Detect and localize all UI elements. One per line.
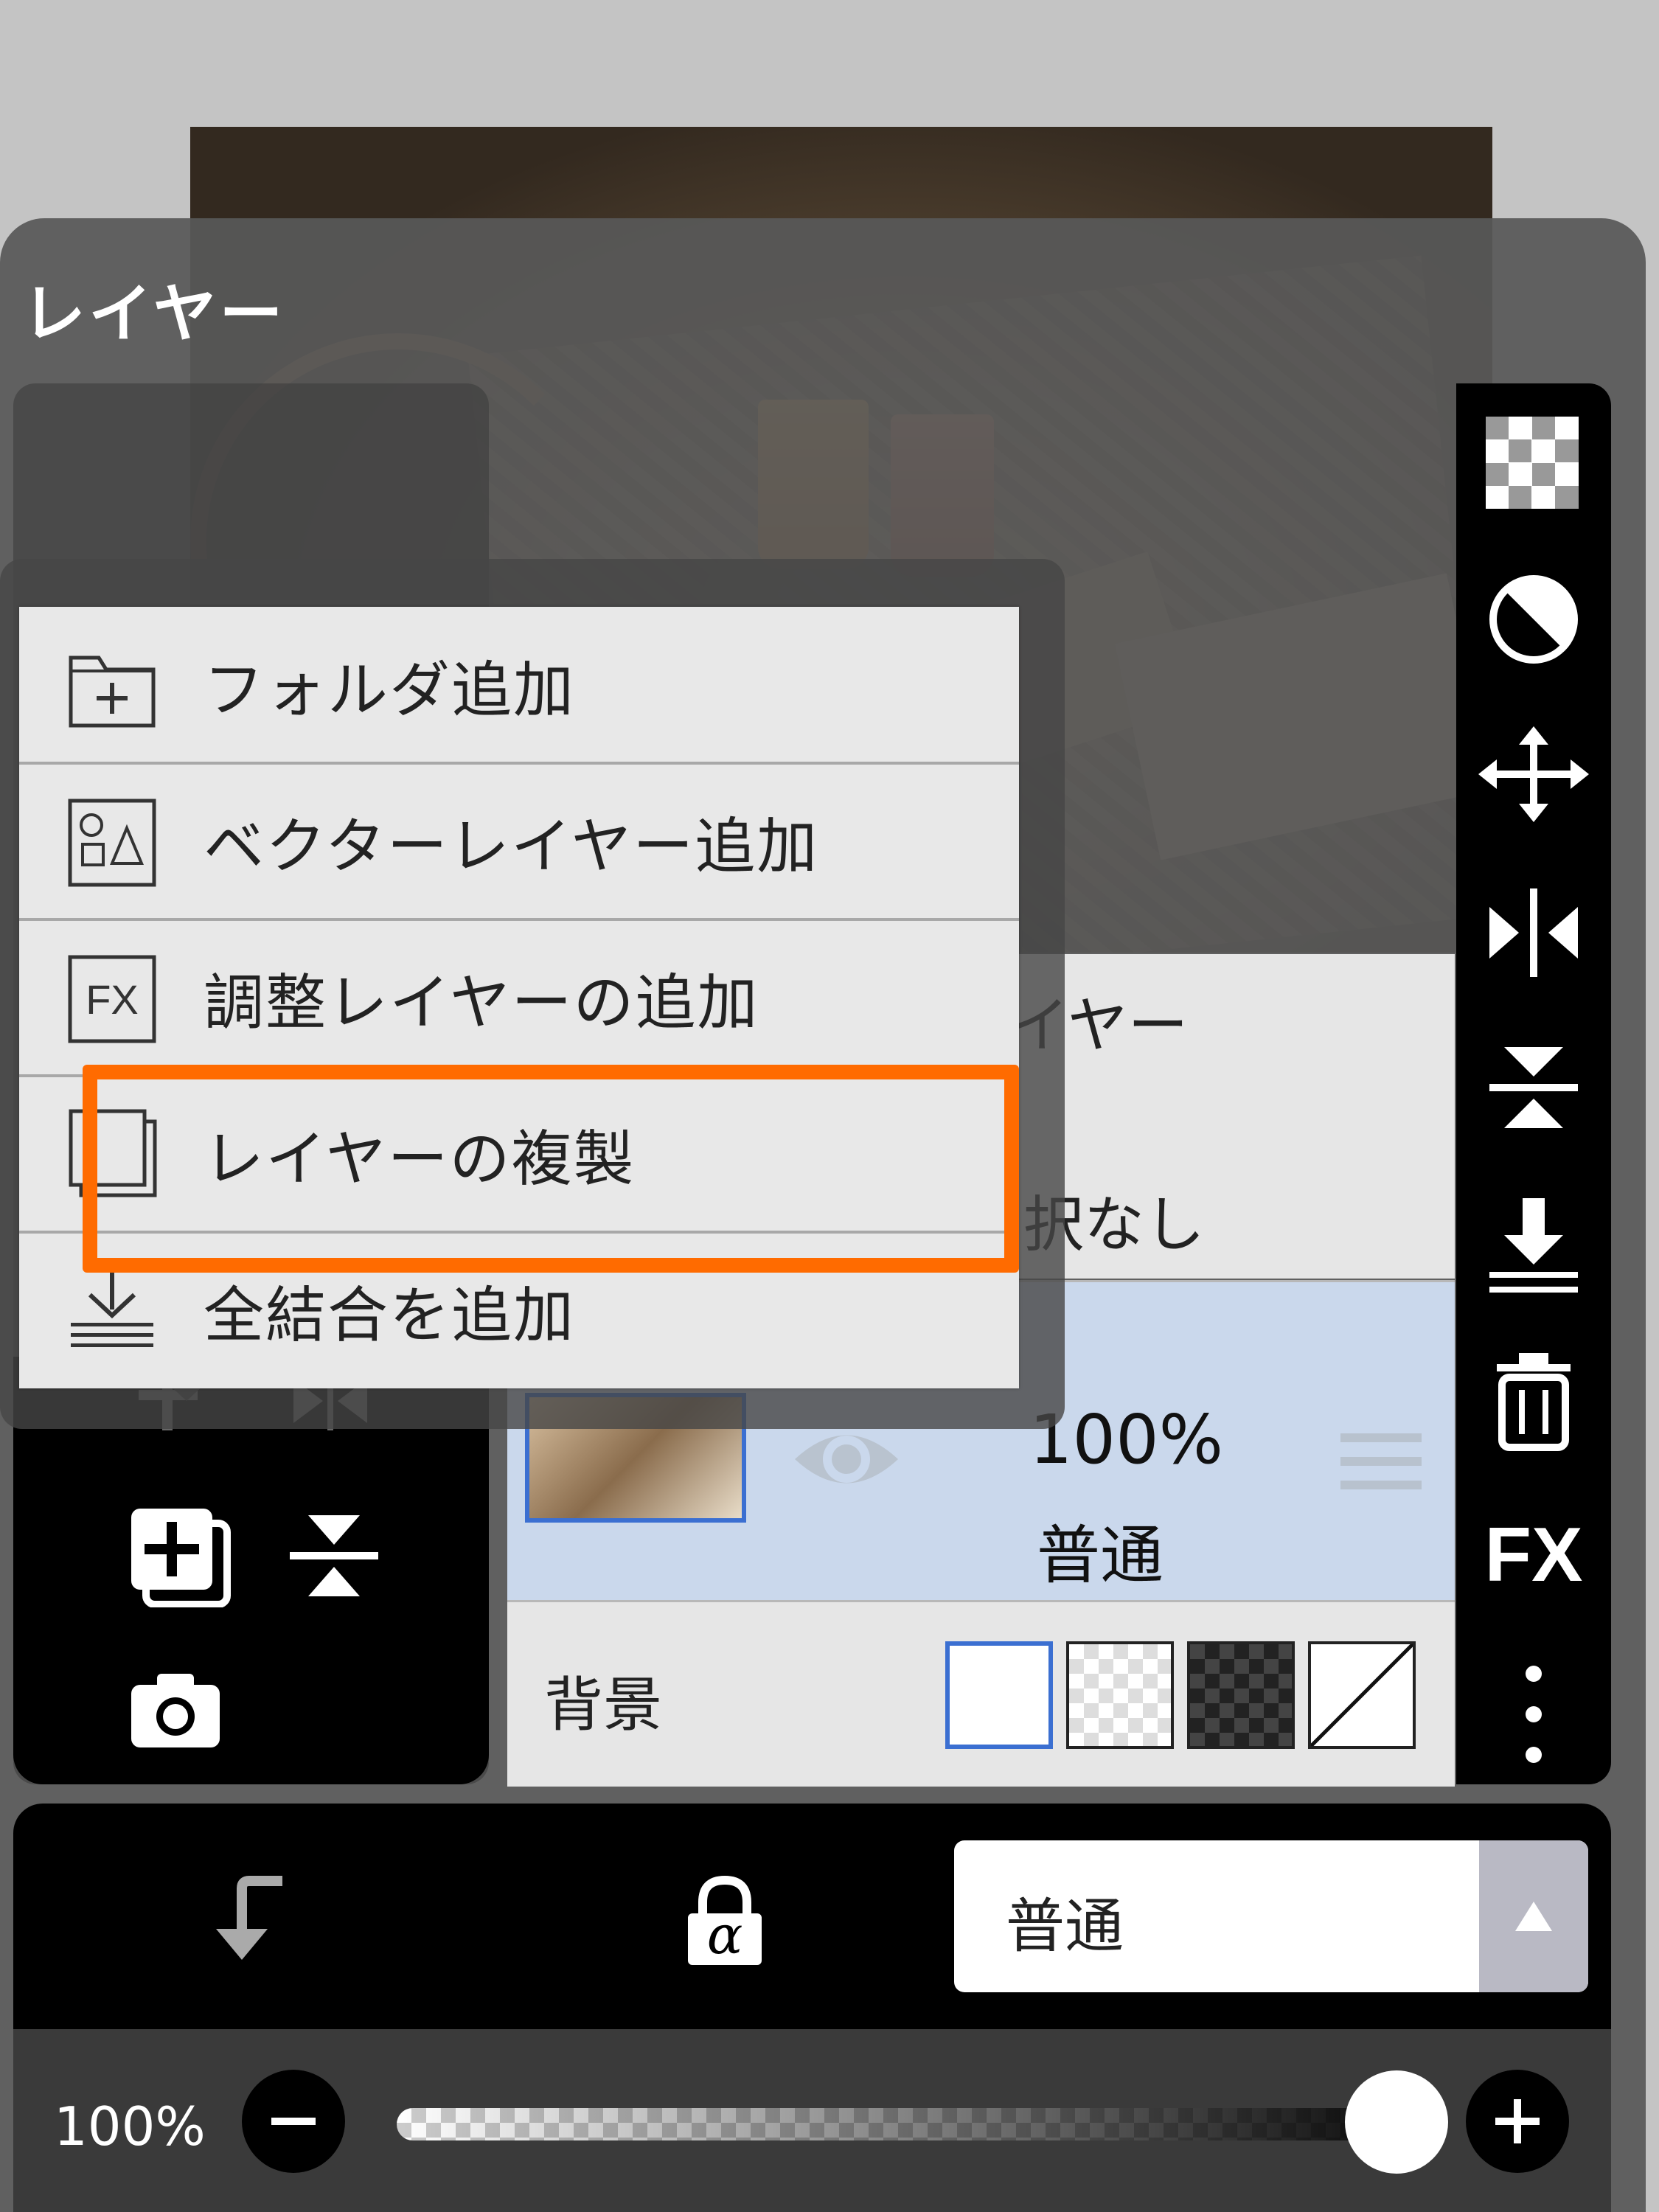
background-transparent-light-swatch[interactable] (1066, 1641, 1174, 1749)
triangle-up-icon (1515, 1902, 1552, 1931)
menu-item-label: ベクターレイヤー追加 (204, 811, 819, 882)
plus-button[interactable] (1462, 2066, 1573, 2177)
minus-button[interactable] (238, 2066, 349, 2177)
menu-item-add-adjustment-layer[interactable]: FX 調整レイヤーの追加 (19, 919, 1019, 1077)
merge-down-icon[interactable] (1456, 1194, 1611, 1298)
eye-icon[interactable] (787, 1419, 905, 1500)
alpha-lock-button[interactable]: α (677, 1873, 773, 1969)
background-transparent-dark-swatch[interactable] (1187, 1641, 1295, 1749)
background-white-swatch[interactable] (945, 1641, 1053, 1749)
flip-vertical-icon[interactable] (282, 1508, 386, 1604)
alpha-lock-label: α (706, 1904, 743, 1966)
clipping-arrow-icon[interactable] (205, 1870, 301, 1966)
blend-mode-value: 普通 (1006, 1892, 1124, 1961)
fx-filter-button[interactable]: FX (1456, 1512, 1611, 1599)
opacity-label: 100% (54, 2096, 206, 2157)
menu-item-label: 調整レイヤーの追加 (204, 967, 759, 1038)
menu-item-add-vector-layer[interactable]: ベクターレイヤー追加 (19, 763, 1019, 921)
opacity-bar: 100% (13, 2029, 1611, 2212)
add-layer-stack-icon[interactable] (124, 1504, 234, 1607)
diagonal-icon (1310, 1643, 1414, 1747)
blend-bar: α 普通 (13, 1804, 1611, 2029)
trash-icon[interactable] (1456, 1349, 1611, 1453)
panel-title: レイヤー (22, 277, 286, 351)
flip-vertical-icon[interactable] (1456, 1040, 1611, 1135)
camera-icon[interactable] (124, 1666, 227, 1755)
move-icon[interactable] (1456, 726, 1611, 822)
background-label: 背景 (544, 1671, 662, 1739)
drag-handle-icon[interactable] (1340, 1433, 1429, 1492)
opacity-slider-track[interactable] (397, 2108, 1444, 2140)
opacity-slider-thumb[interactable] (1345, 2070, 1448, 2174)
transparency-checker-icon[interactable] (1456, 413, 1611, 509)
menu-item-label: フォルダ追加 (204, 655, 576, 726)
background-none-swatch[interactable] (1308, 1641, 1416, 1749)
fx-adjustment-icon: FX (68, 955, 156, 1043)
more-options-icon[interactable] (1456, 1659, 1611, 1770)
highlight-box (83, 1065, 1019, 1273)
flip-horizontal-icon[interactable] (1456, 885, 1611, 981)
vector-layer-icon (68, 799, 156, 887)
blend-mode-dropdown[interactable] (1479, 1840, 1588, 1992)
menu-item-add-folder[interactable]: フォルダ追加 (19, 607, 1019, 765)
merge-all-icon (71, 1273, 153, 1347)
blend-mode-select[interactable]: 普通 (954, 1840, 1588, 1992)
right-toolbar: FX (1456, 383, 1611, 1784)
folder-add-icon (69, 655, 156, 728)
menu-item-label: 全結合を追加 (204, 1280, 576, 1351)
clipping-mask-icon[interactable] (1456, 571, 1611, 667)
svg-text:FX: FX (86, 976, 139, 1023)
layer-blend-mode: 普通 (1037, 1519, 1164, 1593)
